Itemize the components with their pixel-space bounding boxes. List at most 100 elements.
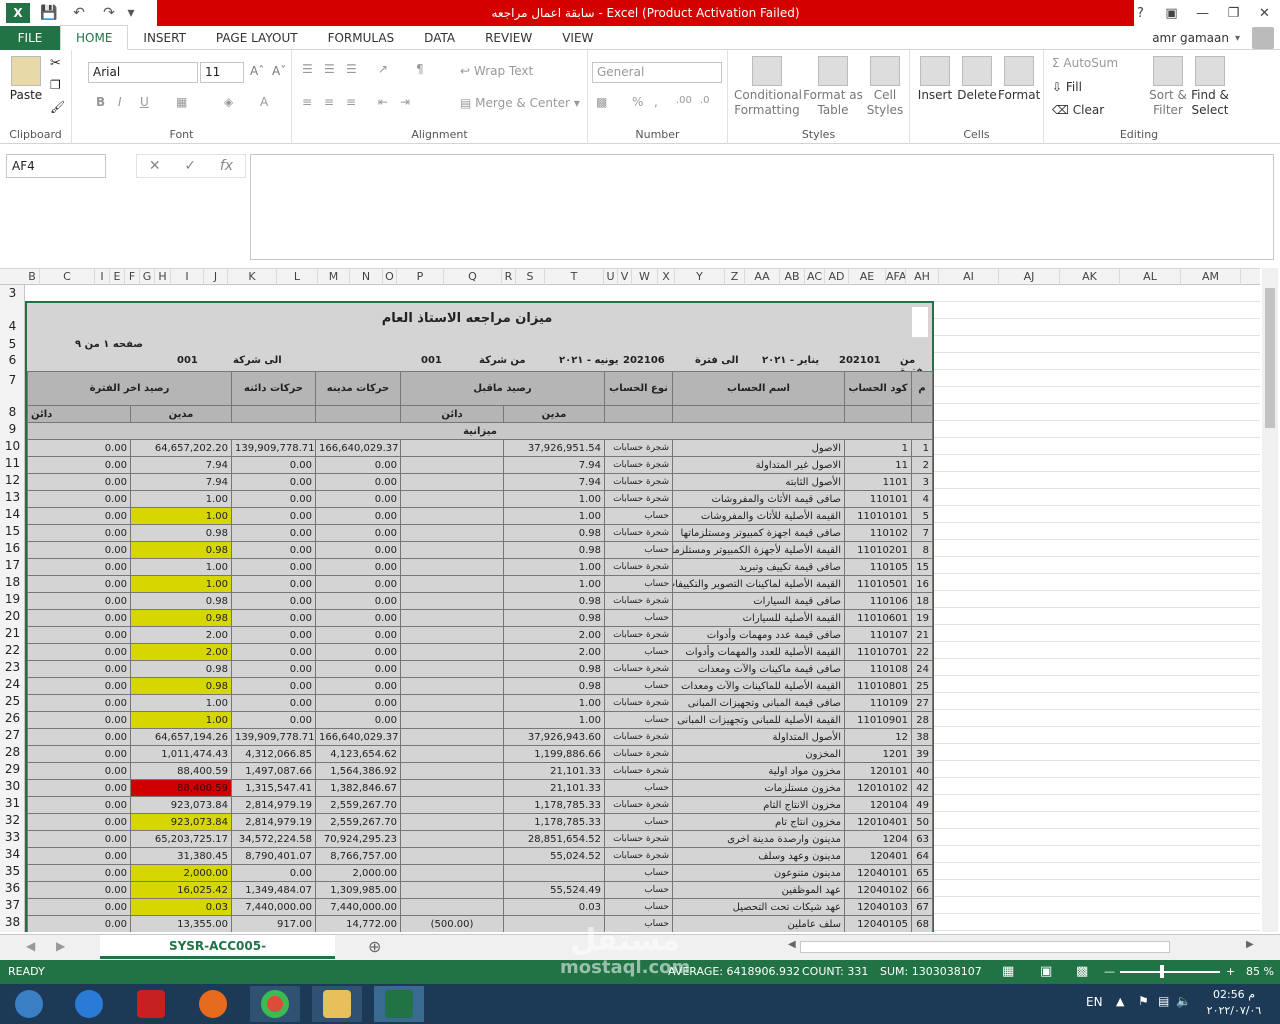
merge-center-button[interactable]: ▤ Merge & Center ▾ xyxy=(460,96,580,110)
prev-credit-cell[interactable] xyxy=(400,473,504,491)
column-header[interactable]: AK xyxy=(1060,269,1120,285)
end-debit-cell[interactable]: 1,011,474.43 xyxy=(130,745,232,763)
account-code-cell[interactable]: 12040105 xyxy=(844,915,913,932)
account-type-cell[interactable]: حساب xyxy=(604,507,674,525)
end-credit-cell[interactable]: 0.00 xyxy=(27,473,131,491)
account-code-cell[interactable]: 120401 xyxy=(844,847,913,865)
account-name-cell[interactable]: الاصول غير المتداولة xyxy=(672,456,846,474)
debit-movement-cell[interactable]: 0.00 xyxy=(315,490,401,508)
prev-credit-cell[interactable] xyxy=(400,694,504,712)
prev-credit-cell[interactable] xyxy=(400,575,504,593)
column-header[interactable]: J xyxy=(204,269,228,285)
clear-button[interactable]: ⌫ Clear xyxy=(1052,103,1104,117)
account-type-cell[interactable]: حساب xyxy=(604,609,674,627)
flag-icon[interactable]: ⚑ xyxy=(1138,994,1149,1008)
prev-credit-cell[interactable] xyxy=(400,847,504,865)
row-header[interactable]: 16 xyxy=(0,541,25,555)
row-header[interactable]: 29 xyxy=(0,762,25,776)
account-name-cell[interactable]: المخزون xyxy=(672,745,846,763)
credit-movement-cell[interactable]: 1,349,484.07 xyxy=(231,881,316,899)
tab-page-layout[interactable]: PAGE LAYOUT xyxy=(201,26,313,50)
borders-icon[interactable]: ▦ xyxy=(176,95,187,109)
row-header[interactable]: 31 xyxy=(0,796,25,810)
end-credit-cell[interactable]: 0.00 xyxy=(27,490,131,508)
accounting-icon[interactable]: ▩ xyxy=(596,95,607,109)
row-header[interactable]: 13 xyxy=(0,490,25,504)
serial-cell[interactable]: 64 xyxy=(911,847,934,865)
font-size-select[interactable]: 11 xyxy=(200,62,244,83)
end-debit-cell[interactable]: 0.98 xyxy=(130,609,232,627)
account-code-cell[interactable]: 11010601 xyxy=(844,609,913,627)
credit-movement-cell[interactable]: 8,790,401.07 xyxy=(231,847,316,865)
tab-review[interactable]: REVIEW xyxy=(470,26,547,50)
credit-movement-cell[interactable]: 2,814,979.19 xyxy=(231,796,316,814)
align-right-icon[interactable]: ≡ xyxy=(346,95,356,109)
credit-movement-cell[interactable]: 0.00 xyxy=(231,694,316,712)
zoom-slider[interactable] xyxy=(1120,971,1220,973)
serial-cell[interactable]: 1 xyxy=(911,439,934,457)
account-name-cell[interactable]: صافى قيمة المبانى وتجهيزات المبانى xyxy=(672,694,846,712)
account-name-cell[interactable]: مخزون مستلزمات xyxy=(672,779,846,797)
normal-view-icon[interactable]: ▦ xyxy=(1002,960,1014,984)
prev-debit-cell[interactable]: 37,926,943.60 xyxy=(502,728,606,746)
row-header[interactable]: 37 xyxy=(0,898,25,912)
row-header[interactable]: 36 xyxy=(0,881,25,895)
row-header[interactable]: 14 xyxy=(0,507,25,521)
account-name-cell[interactable]: صافى قيمة عدد ومهمات وأدوات xyxy=(672,626,846,644)
account-type-cell[interactable]: شجرة حسابات xyxy=(604,558,674,576)
zoom-out-icon[interactable]: — xyxy=(1104,960,1115,984)
debit-movement-cell[interactable]: 1,382,846.67 xyxy=(315,779,401,797)
row-header[interactable]: 12 xyxy=(0,473,25,487)
row-header[interactable]: 28 xyxy=(0,745,25,759)
column-header[interactable]: X xyxy=(658,269,675,285)
prev-debit-cell[interactable]: 2.00 xyxy=(502,643,606,661)
credit-movement-cell[interactable]: 0.00 xyxy=(231,558,316,576)
prev-credit-cell[interactable] xyxy=(400,762,504,780)
credit-movement-cell[interactable]: 4,312,066.85 xyxy=(231,745,316,763)
prev-credit-cell[interactable] xyxy=(400,728,504,746)
row-header[interactable]: 17 xyxy=(0,558,25,572)
account-name-cell[interactable]: القيمة الأصلية لماكينات التصوير والتكييف… xyxy=(672,575,846,593)
row-header[interactable]: 7 xyxy=(0,373,25,387)
row-header[interactable]: 35 xyxy=(0,864,25,878)
prev-debit-cell[interactable]: 1.00 xyxy=(502,490,606,508)
column-header[interactable]: AH xyxy=(906,269,939,285)
credit-movement-cell[interactable]: 34,572,224.58 xyxy=(231,830,316,848)
serial-cell[interactable]: 39 xyxy=(911,745,934,763)
account-type-cell[interactable]: شجرة حسابات xyxy=(604,728,674,746)
account-code-cell[interactable]: 11010901 xyxy=(844,711,913,729)
row-header[interactable]: 23 xyxy=(0,660,25,674)
tab-view[interactable]: VIEW xyxy=(547,26,608,50)
account-code-cell[interactable]: 1201 xyxy=(844,745,913,763)
end-credit-cell[interactable]: 0.00 xyxy=(27,711,131,729)
prev-credit-cell[interactable] xyxy=(400,864,504,882)
prev-debit-cell[interactable]: 0.98 xyxy=(502,592,606,610)
page-layout-view-icon[interactable]: ▣ xyxy=(1040,960,1052,984)
serial-cell[interactable]: 2 xyxy=(911,456,934,474)
prev-credit-cell[interactable] xyxy=(400,745,504,763)
account-code-cell[interactable]: 1 xyxy=(844,439,913,457)
serial-cell[interactable]: 25 xyxy=(911,677,934,695)
cell-styles-button[interactable]: Cell Styles xyxy=(864,56,906,118)
end-debit-cell[interactable]: 64,657,194.26 xyxy=(130,728,232,746)
end-credit-cell[interactable]: 0.00 xyxy=(27,762,131,780)
prev-credit-cell[interactable] xyxy=(400,456,504,474)
prev-credit-cell[interactable] xyxy=(400,524,504,542)
align-top-icon[interactable]: ☰ xyxy=(302,62,313,76)
cut-icon[interactable]: ✂ xyxy=(50,56,61,71)
column-header[interactable]: AC xyxy=(805,269,825,285)
serial-cell[interactable]: 24 xyxy=(911,660,934,678)
network-icon[interactable]: ▤ xyxy=(1158,994,1169,1008)
prev-debit-cell[interactable]: 21,101.33 xyxy=(502,779,606,797)
prev-debit-cell[interactable]: 2.00 xyxy=(502,626,606,644)
end-credit-cell[interactable]: 0.00 xyxy=(27,881,131,899)
customize-qat-icon[interactable]: ▾ xyxy=(124,0,138,26)
account-name-cell[interactable]: الاصول xyxy=(672,439,846,457)
prev-debit-cell[interactable]: 0.98 xyxy=(502,609,606,627)
debit-movement-cell[interactable]: 166,640,029.37 xyxy=(315,439,401,457)
column-header[interactable]: Y xyxy=(675,269,725,285)
account-name-cell[interactable]: مخزون انتاج تام xyxy=(672,813,846,831)
end-credit-cell[interactable]: 0.00 xyxy=(27,677,131,695)
format-cells-button[interactable]: Format xyxy=(998,56,1040,103)
account-type-cell[interactable]: شجرة حسابات xyxy=(604,660,674,678)
